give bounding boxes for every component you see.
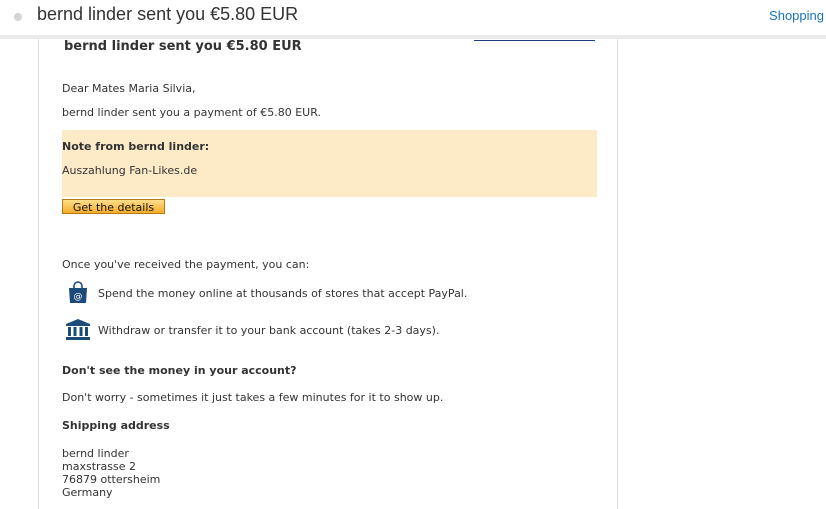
shipping-line: bernd linder (62, 447, 129, 460)
message-subject: bernd linder sent you €5.80 EUR (37, 4, 299, 24)
unread-indicator[interactable] (14, 13, 22, 21)
folder-label[interactable]: Shopping (769, 8, 824, 23)
bank-icon (66, 319, 90, 340)
option-spend-text: Spend the money online at thousands of s… (98, 287, 468, 300)
shipping-line: Germany (62, 486, 113, 499)
get-details-button[interactable]: Get the details (62, 199, 165, 214)
svg-text:@: @ (74, 292, 83, 302)
shopping-bag-icon: @ (69, 281, 87, 303)
greeting: Dear Mates Maria Silvia, (62, 82, 196, 95)
payment-intro: bernd linder sent you a payment of €5.80… (62, 106, 321, 119)
note-text: Auszahlung Fan-Likes.de (62, 164, 198, 177)
message-header: bernd linder sent you €5.80 EUR Shopping (0, 0, 826, 35)
note-title: Note from bernd linder: (62, 140, 210, 153)
option-withdraw-text: Withdraw or transfer it to your bank acc… (98, 324, 440, 337)
received-text: Once you've received the payment, you ca… (62, 258, 310, 271)
shipping-line: maxstrasse 2 (62, 460, 136, 473)
shipping-title: Shipping address (62, 419, 170, 432)
missing-money-text: Don't worry - sometimes it just takes a … (62, 391, 444, 404)
header-decoration (474, 40, 595, 41)
email-heading: bernd linder sent you €5.80 EUR (64, 39, 302, 54)
missing-money-title: Don't see the money in your account? (62, 364, 297, 377)
shipping-line: 76879 ottersheim (62, 473, 161, 486)
